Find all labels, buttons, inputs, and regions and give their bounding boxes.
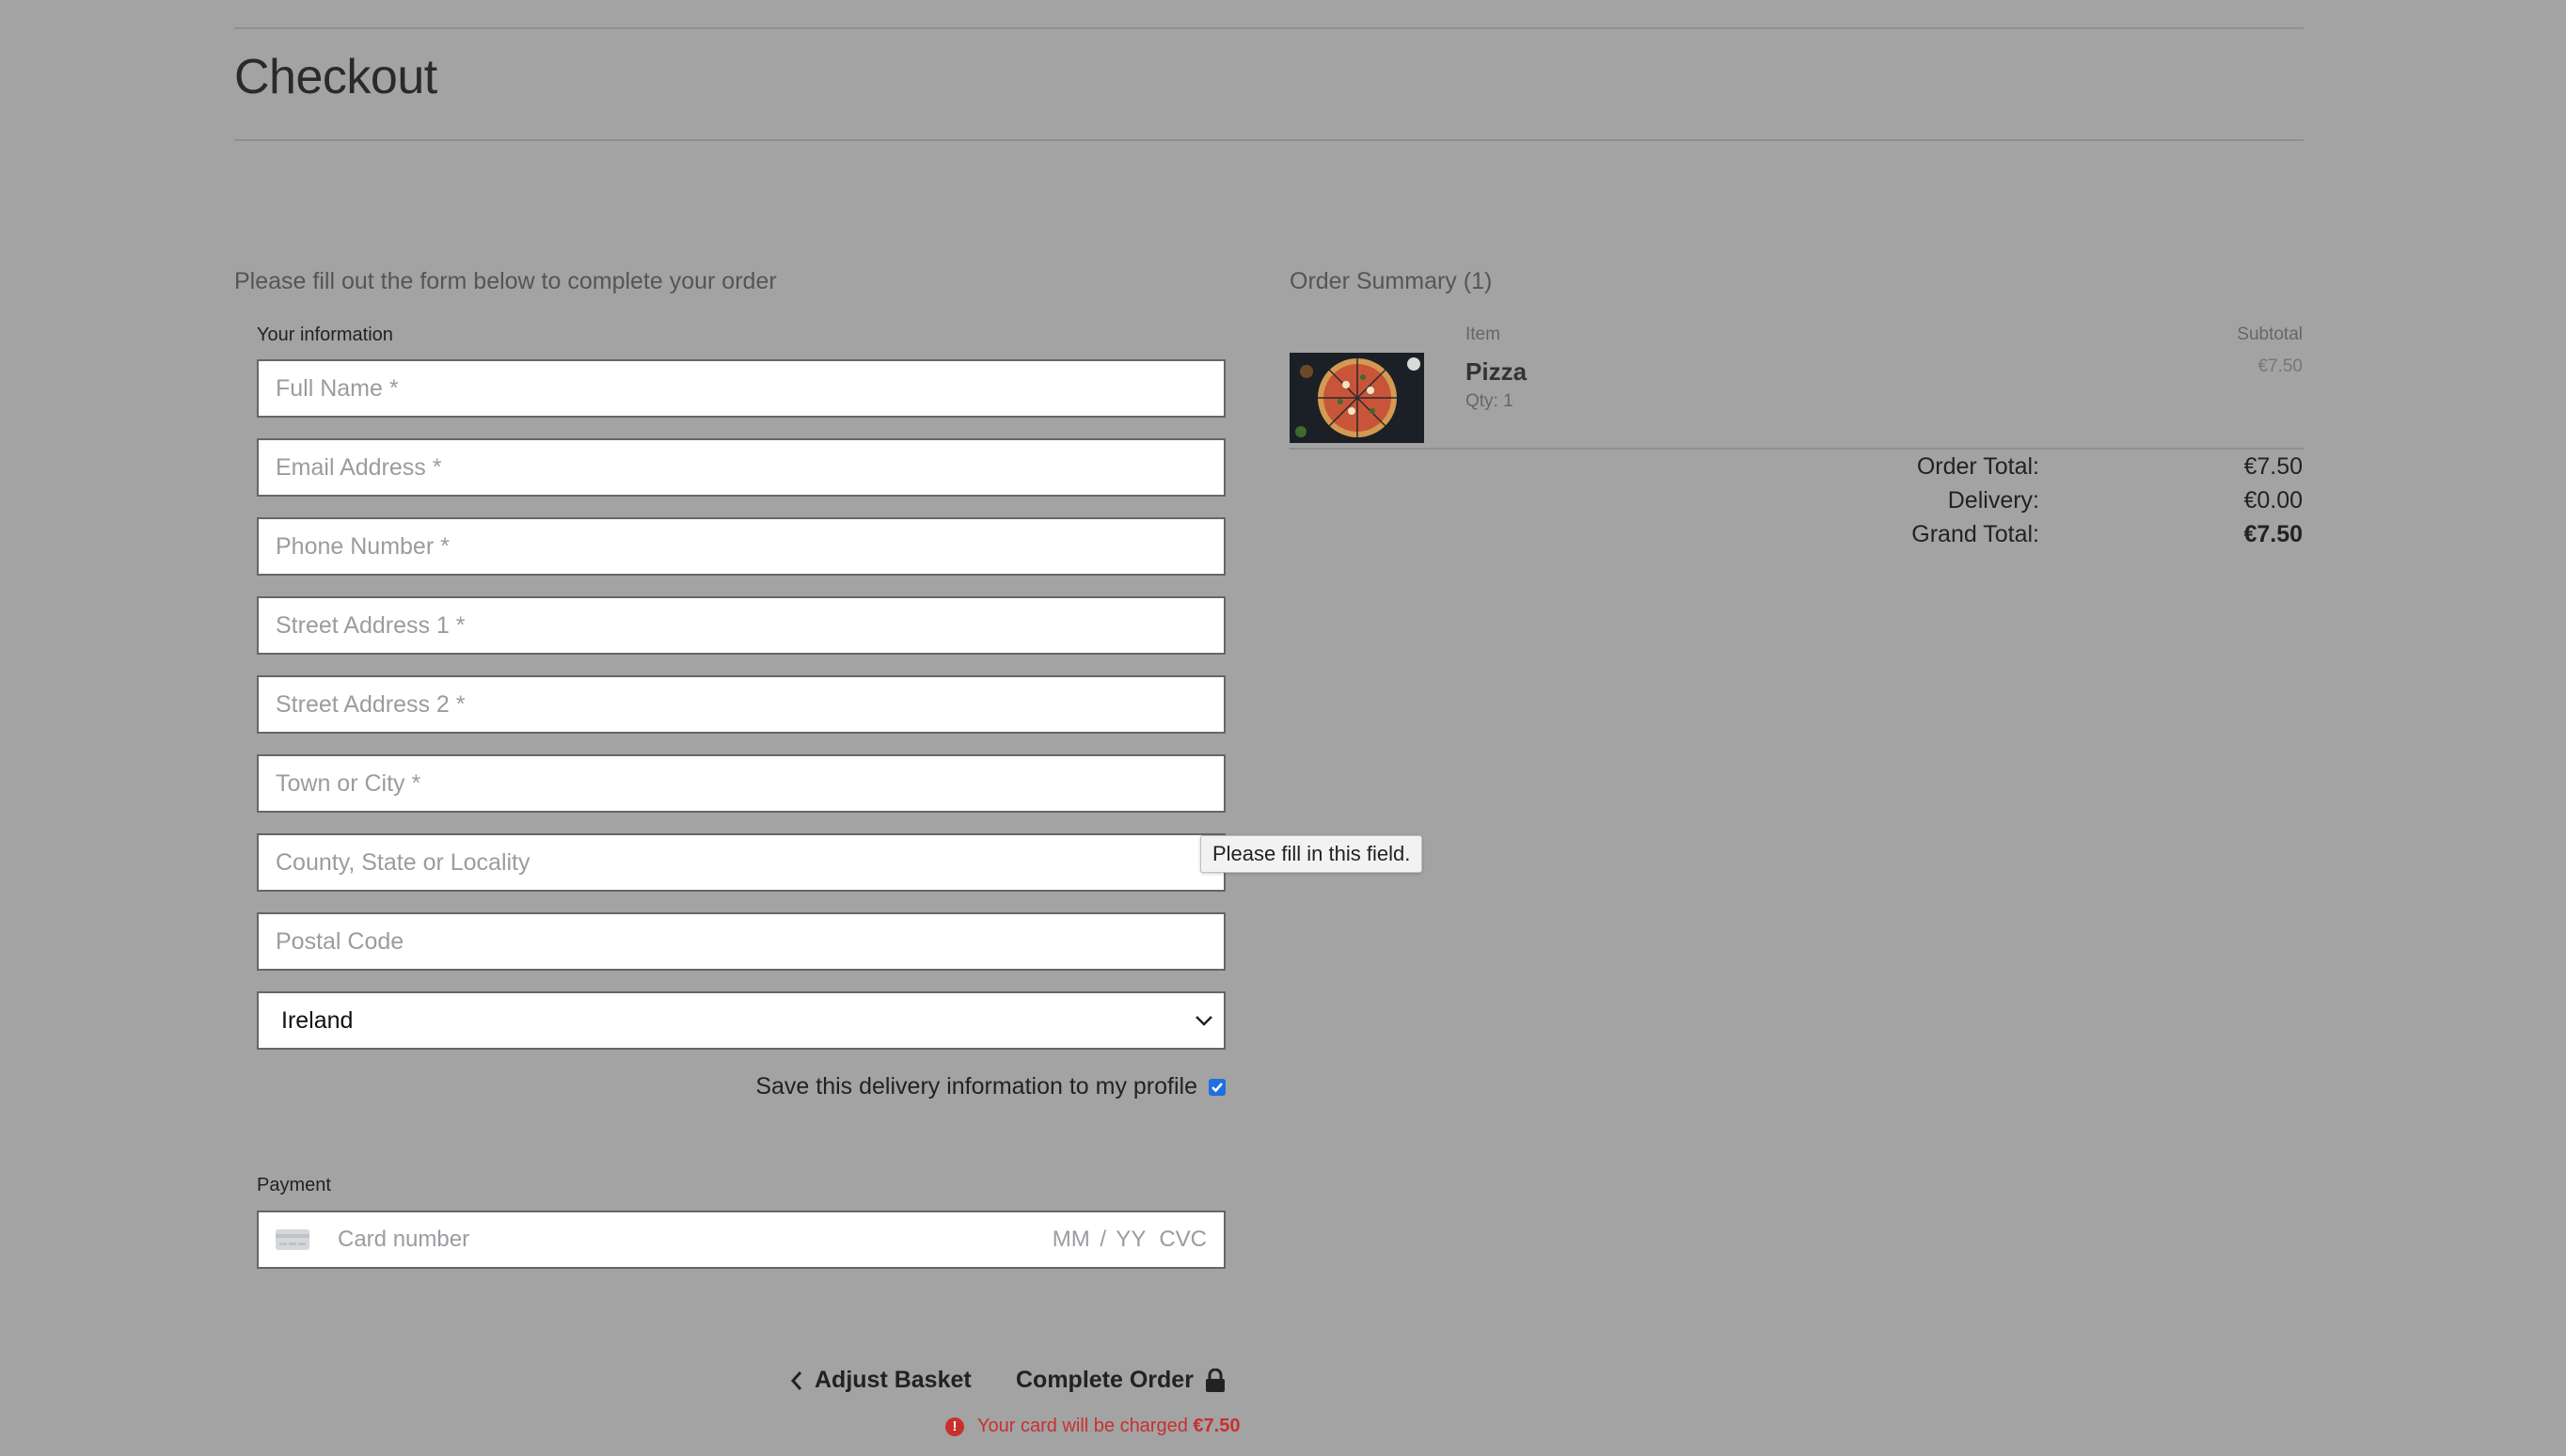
street-address-2-field[interactable]: [257, 675, 1226, 734]
error-icon: !: [945, 1416, 964, 1436]
town-city-input[interactable]: [259, 756, 1224, 811]
grand-total-value: €7.50: [2243, 521, 2303, 547]
card-expiry-placeholder[interactable]: MM / YY: [1053, 1227, 1147, 1253]
delivery-value: €0.00: [2243, 487, 2303, 514]
postal-code-input[interactable]: [259, 914, 1224, 969]
page-title: Checkout: [234, 50, 437, 104]
phone-field[interactable]: [257, 517, 1226, 576]
town-city-field[interactable]: [257, 754, 1226, 813]
your-information-label: Your information: [257, 324, 393, 345]
county-field[interactable]: [257, 833, 1226, 892]
delivery-label: Delivery:: [1947, 487, 2039, 514]
adjust-basket-button[interactable]: Adjust Basket: [790, 1367, 972, 1394]
item-column-header: Item: [1465, 324, 1500, 344]
phone-input[interactable]: [259, 519, 1224, 574]
street-address-1-input[interactable]: [259, 598, 1224, 653]
save-profile-row: Save this delivery information to my pro…: [257, 1073, 1226, 1100]
checkmark-icon: [1212, 1082, 1223, 1092]
chevron-left-icon: [790, 1370, 802, 1390]
form-intro: Please fill out the form below to comple…: [234, 268, 777, 294]
order-total-label: Order Total:: [1916, 453, 2039, 480]
charge-note-text: Your card will be charged: [977, 1416, 1188, 1436]
credit-card-icon: [276, 1229, 309, 1250]
card-cvc-placeholder[interactable]: CVC: [1159, 1227, 1207, 1253]
card-input-field[interactable]: Card number MM / YY CVC: [257, 1211, 1226, 1269]
summary-divider: [1290, 448, 2304, 450]
item-qty: Qty: 1: [1465, 391, 1513, 411]
email-field[interactable]: [257, 438, 1226, 497]
street-address-1-field[interactable]: [257, 596, 1226, 655]
adjust-basket-label: Adjust Basket: [815, 1367, 972, 1393]
item-subtotal: €7.50: [2257, 356, 2303, 376]
title-divider: [234, 139, 2304, 141]
country-selected-value: Ireland: [281, 1006, 354, 1034]
order-summary-title: Order Summary (1): [1290, 268, 1493, 294]
save-profile-label: Save this delivery information to my pro…: [755, 1073, 1197, 1100]
postal-code-field[interactable]: [257, 912, 1226, 971]
complete-order-button[interactable]: Complete Order: [1016, 1367, 1226, 1394]
top-divider: [234, 27, 2304, 29]
charge-amount: €7.50: [1193, 1416, 1241, 1436]
county-input[interactable]: [259, 835, 1224, 890]
full-name-input[interactable]: [259, 361, 1224, 416]
country-select[interactable]: Ireland: [257, 991, 1226, 1050]
payment-label: Payment: [257, 1175, 331, 1195]
item-name: Pizza: [1465, 357, 1528, 386]
email-input[interactable]: [259, 440, 1224, 495]
street-address-2-input[interactable]: [259, 677, 1224, 732]
pizza-image: [1290, 353, 1424, 443]
validation-tooltip: Please fill in this field.: [1200, 835, 1423, 873]
save-profile-checkbox[interactable]: [1209, 1078, 1226, 1096]
full-name-field[interactable]: [257, 359, 1226, 418]
complete-order-label: Complete Order: [1016, 1367, 1194, 1393]
card-number-placeholder[interactable]: Card number: [338, 1227, 1053, 1253]
charge-note: ! Your card will be charged €7.50: [945, 1416, 1240, 1437]
chevron-down-icon: [1196, 1016, 1212, 1026]
order-total-value: €7.50: [2243, 453, 2303, 480]
lock-icon: [1205, 1368, 1225, 1392]
grand-total-label: Grand Total:: [1911, 521, 2039, 547]
subtotal-column-header: Subtotal: [2237, 324, 2303, 344]
